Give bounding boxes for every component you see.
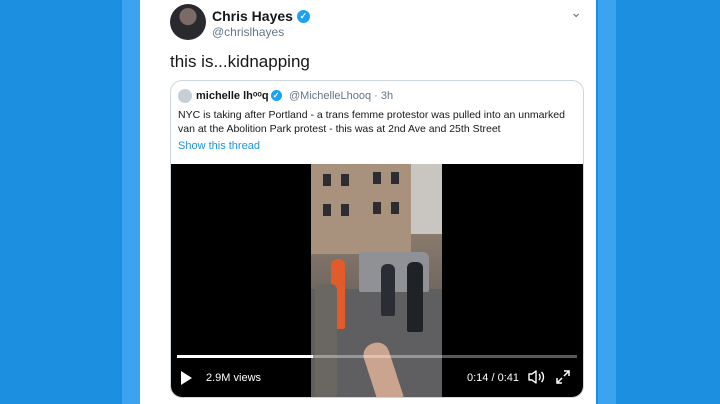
- person-figure: [381, 264, 395, 316]
- quoted-author-avatar[interactable]: [178, 89, 192, 103]
- chevron-down-icon[interactable]: ⌄: [570, 4, 582, 21]
- view-count: 2.9M views: [206, 372, 262, 384]
- show-thread-link[interactable]: Show this thread: [178, 140, 260, 152]
- volume-icon[interactable]: [527, 369, 545, 385]
- play-icon[interactable]: [181, 371, 192, 385]
- background-stripe-right: [598, 0, 616, 404]
- video-player[interactable]: 2.9M views 0:14 / 0:41: [171, 164, 583, 397]
- video-progress-bar[interactable]: [177, 355, 577, 358]
- quoted-author-name-row[interactable]: michelle lhᵒᵒq ✓: [196, 89, 282, 102]
- author-name-row[interactable]: Chris Hayes ✓: [212, 8, 310, 24]
- author-handle[interactable]: @chrislhayes: [212, 25, 284, 39]
- video-progress-fill: [177, 355, 313, 358]
- person-figure: [315, 284, 337, 397]
- video-frame: [311, 164, 442, 397]
- sky-image: [411, 164, 442, 234]
- video-time: 0:14 / 0:41: [467, 372, 519, 384]
- author-avatar[interactable]: [170, 4, 206, 40]
- quoted-tweet[interactable]: michelle lhᵒᵒq ✓ @MichelleLhooq · 3h NYC …: [170, 80, 584, 398]
- quoted-handle-time[interactable]: @MichelleLhooq · 3h: [289, 90, 393, 102]
- verified-badge-icon: ✓: [296, 9, 310, 23]
- fullscreen-icon[interactable]: [555, 369, 571, 385]
- building-image: [311, 164, 411, 254]
- background-stripe-left: [122, 0, 140, 404]
- quoted-tweet-text: NYC is taking after Portland - a trans f…: [178, 109, 565, 135]
- verified-badge-icon: ✓: [270, 89, 282, 101]
- tweet-card[interactable]: Chris Hayes ✓ @chrislhayes ⌄ this is...ki…: [140, 0, 596, 404]
- author-name[interactable]: Chris Hayes: [212, 8, 293, 24]
- quoted-author-name[interactable]: michelle lhᵒᵒq: [196, 90, 269, 102]
- person-figure: [407, 262, 423, 332]
- tweet-text: this is...kidnapping: [170, 52, 310, 71]
